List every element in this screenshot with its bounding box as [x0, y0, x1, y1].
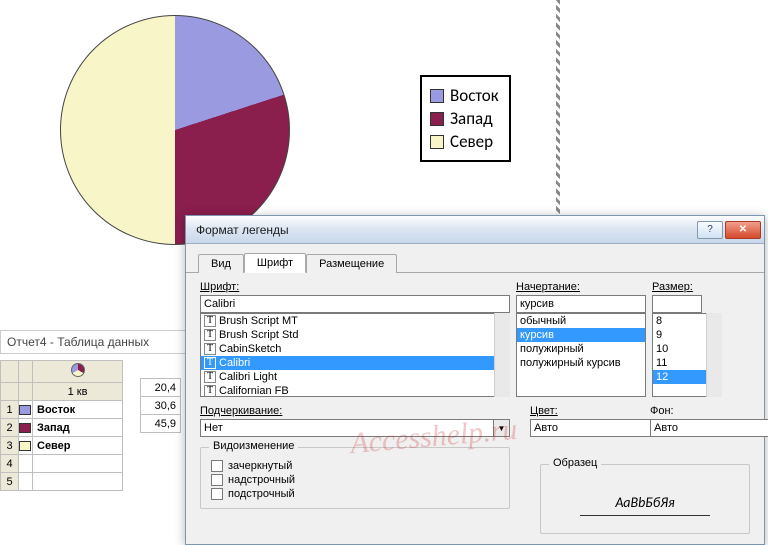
close-icon: ✕: [739, 224, 747, 235]
row-header[interactable]: [1, 383, 19, 401]
background-combo[interactable]: ▼: [650, 419, 750, 437]
checkbox-icon: [211, 460, 223, 472]
datasheet-title: Отчет4 - Таблица данных: [0, 330, 190, 354]
legend-swatch-north: [430, 135, 444, 149]
font-panel: Шрифт: TBrush Script MT TBrush Script St…: [186, 273, 764, 544]
subscript-checkbox[interactable]: подстрочный: [211, 488, 499, 500]
table-row[interactable]: 5: [1, 473, 123, 491]
dialog-title: Формат легенды: [196, 223, 696, 237]
list-item[interactable]: полужирный курсив: [517, 356, 645, 370]
font-input[interactable]: [200, 295, 510, 313]
close-button[interactable]: ✕: [725, 221, 761, 239]
corner-cell[interactable]: [1, 361, 19, 383]
effects-group: Видоизменение зачеркнутый надстрочный по…: [200, 447, 510, 509]
row-label[interactable]: Север: [33, 437, 123, 455]
legend-col-header[interactable]: [19, 361, 33, 383]
sample-group: Образец АаBbБбЯя: [540, 464, 750, 534]
pie-chart[interactable]: [60, 15, 290, 245]
value-cell[interactable]: 20,4: [141, 379, 181, 397]
value-cell[interactable]: 30,6: [141, 397, 181, 415]
legend-label: Запад: [450, 108, 493, 129]
color-label: Цвет:: [530, 405, 630, 417]
underline-input[interactable]: [200, 419, 494, 437]
row-swatch: [19, 423, 31, 433]
list-item[interactable]: TCalifornian FB: [201, 384, 509, 397]
underline-combo[interactable]: ▼: [200, 419, 510, 437]
scrollbar[interactable]: [494, 313, 510, 397]
list-item[interactable]: обычный: [517, 314, 645, 328]
legend-swatch-west: [430, 112, 444, 126]
list-item[interactable]: TBrush Script Std: [201, 328, 509, 342]
pie-icon: [71, 363, 85, 377]
font-label: Шрифт:: [200, 281, 510, 293]
font-listbox[interactable]: TBrush Script MT TBrush Script Std TCabi…: [200, 313, 510, 397]
truetype-icon: T: [204, 315, 216, 327]
dialog-tabs: Вид Шрифт Размещение: [186, 244, 764, 273]
list-item[interactable]: TCabinSketch: [201, 342, 509, 356]
tab-view[interactable]: Вид: [198, 254, 244, 273]
style-listbox[interactable]: обычный курсив полужирный полужирный кур…: [516, 313, 646, 397]
list-item[interactable]: курсив: [517, 328, 645, 342]
table-row[interactable]: 4: [1, 455, 123, 473]
value-cell[interactable]: 45,9: [141, 415, 181, 433]
strike-checkbox[interactable]: зачеркнутый: [211, 460, 499, 472]
chart-legend[interactable]: Восток Запад Север: [420, 75, 511, 162]
table-row[interactable]: 2 Запад: [1, 419, 123, 437]
truetype-icon: T: [204, 385, 216, 397]
list-item[interactable]: полужирный: [517, 342, 645, 356]
row-number[interactable]: 5: [1, 473, 19, 491]
dialog-titlebar[interactable]: Формат легенды ? ✕: [186, 216, 764, 244]
row-swatch: [19, 441, 31, 451]
truetype-icon: T: [204, 357, 216, 369]
list-item[interactable]: TCalibri Light: [201, 370, 509, 384]
tab-placement[interactable]: Размещение: [306, 254, 397, 273]
truetype-icon: T: [204, 343, 216, 355]
tab-font[interactable]: Шрифт: [244, 253, 306, 273]
help-button[interactable]: ?: [697, 221, 723, 239]
row-number[interactable]: 1: [1, 401, 19, 419]
background-input[interactable]: [650, 419, 768, 437]
truetype-icon: T: [204, 371, 216, 383]
chevron-down-icon[interactable]: ▼: [494, 419, 510, 437]
col-header-q1[interactable]: 1 кв: [33, 383, 123, 401]
legend-label: Север: [450, 131, 493, 152]
size-input[interactable]: [652, 295, 702, 313]
checkbox-icon: [211, 488, 223, 500]
help-icon: ?: [707, 224, 713, 235]
row-swatch: [19, 405, 31, 415]
underline-label: Подчеркивание:: [200, 405, 510, 417]
table-row[interactable]: 1 Восток: [1, 401, 123, 419]
scrollbar[interactable]: [706, 313, 722, 397]
legend-item[interactable]: Север: [430, 131, 499, 152]
checkbox-icon: [211, 474, 223, 486]
color-combo[interactable]: ▼: [530, 419, 630, 437]
col-header[interactable]: [19, 383, 33, 401]
legend-item[interactable]: Запад: [430, 108, 499, 129]
row-label[interactable]: Восток: [33, 401, 123, 419]
background-label: Фон:: [650, 405, 750, 417]
sample-text: АаBbБбЯя: [580, 494, 710, 516]
truetype-icon: T: [204, 329, 216, 341]
row-number[interactable]: 3: [1, 437, 19, 455]
row-number[interactable]: 2: [1, 419, 19, 437]
legend-label: Восток: [450, 85, 499, 106]
legend-swatch-east: [430, 89, 444, 103]
row-label[interactable]: Запад: [33, 419, 123, 437]
format-legend-dialog: Формат легенды ? ✕ Вид Шрифт Размещение …: [185, 215, 765, 545]
size-label: Размер:: [652, 281, 722, 293]
style-input[interactable]: [516, 295, 646, 313]
col-header-a[interactable]: [33, 361, 123, 383]
list-item[interactable]: TCalibri: [201, 356, 509, 370]
effects-label: Видоизменение: [209, 440, 298, 452]
row-number[interactable]: 4: [1, 455, 19, 473]
data-sheet-values[interactable]: 20,4 30,6 45,9: [140, 378, 181, 433]
style-label: Начертание:: [516, 281, 646, 293]
superscript-checkbox[interactable]: надстрочный: [211, 474, 499, 486]
legend-item[interactable]: Восток: [430, 85, 499, 106]
data-sheet[interactable]: 1 кв 1 Восток 2 Запад 3 Север 4 5: [0, 360, 123, 491]
sample-label: Образец: [549, 457, 601, 469]
list-item[interactable]: TBrush Script MT: [201, 314, 509, 328]
table-row[interactable]: 3 Север: [1, 437, 123, 455]
